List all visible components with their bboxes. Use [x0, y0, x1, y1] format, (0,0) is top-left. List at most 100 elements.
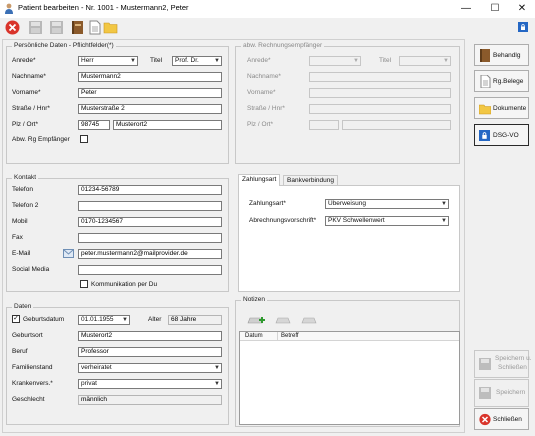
save-button[interactable]: Speichern [474, 379, 529, 407]
notes-table[interactable]: Datum Betreff [239, 331, 460, 425]
geburtsdatum-value: 01.01.1955 [81, 316, 114, 323]
maximize-button[interactable]: ☐ [481, 0, 509, 18]
beruf-label: Beruf [12, 348, 28, 355]
titel-value: Prof. Dr. [175, 57, 199, 64]
geburtsort-input[interactable]: Musterort2 [78, 331, 222, 341]
chevron-down-icon: ▼ [214, 58, 220, 64]
billing-ort-input[interactable] [342, 120, 451, 130]
minimize-button[interactable]: — [452, 0, 480, 18]
chevron-down-icon: ▼ [122, 317, 128, 323]
geburtsdatum-checkbox[interactable]: ✓ [12, 315, 20, 323]
alter-label: Alter [148, 316, 162, 323]
window-title: Patient bearbeiten - Nr. 1001 - Musterma… [18, 3, 189, 12]
contact-group: Kontakt Telefon 01234-56789 Telefon 2 Mo… [6, 174, 229, 292]
strasse-input[interactable]: Musterstraße 2 [78, 104, 222, 114]
telefon-input[interactable]: 01234-56789 [78, 185, 222, 195]
zahlungsart-label: Zahlungsart* [249, 200, 286, 207]
col-betreff[interactable]: Betreff [281, 333, 299, 339]
billing-vorname-input[interactable] [309, 88, 451, 98]
anrede-label: Anrede* [12, 57, 36, 64]
anrede-value: Herr [81, 57, 94, 64]
email-icon[interactable] [63, 249, 74, 258]
belege-button[interactable]: Rg.Belege [474, 70, 529, 92]
billing-anrede-label: Anrede* [247, 57, 271, 64]
delete-note-icon[interactable] [300, 315, 318, 325]
close-label: Schließen [493, 416, 522, 423]
zahlungsart-select[interactable]: Überweisung ▼ [325, 199, 449, 209]
fax-input[interactable] [78, 233, 222, 243]
toolbar [0, 18, 535, 39]
behandlung-button[interactable]: Behandlg [474, 44, 529, 66]
titel-select[interactable]: Prof. Dr. ▼ [172, 56, 222, 66]
notes-header: Datum Betreff [240, 332, 459, 341]
document-icon [480, 75, 491, 88]
telefon2-label: Telefon 2 [12, 202, 39, 209]
belege-label: Rg.Belege [493, 78, 524, 85]
geburtsort-label: Geburtsort [12, 332, 43, 339]
email-input[interactable]: peter.mustermann2@mailprovider.de [78, 249, 222, 259]
save-close-disabled-icon[interactable] [49, 20, 64, 35]
personal-data-group: Persönliche Daten - Pflichtfelder(*) Anr… [6, 42, 229, 164]
chevron-down-icon: ▼ [441, 218, 447, 224]
chevron-down-icon: ▼ [443, 58, 449, 64]
col-datum[interactable]: Datum [245, 333, 263, 339]
titel-label: Titel [150, 57, 163, 64]
nachname-input[interactable]: Mustermann2 [78, 72, 222, 82]
familienstand-label: Familienstand [12, 364, 53, 371]
personal-data-title: Persönliche Daten - Pflichtfelder(*) [12, 42, 116, 49]
tab-zahlungsart[interactable]: Zahlungsart [238, 174, 281, 186]
mobil-label: Mobil [12, 218, 28, 225]
edit-note-icon[interactable] [274, 315, 292, 325]
lock-icon [479, 130, 490, 141]
save-disabled-icon[interactable] [28, 20, 43, 35]
geburtsdatum-picker[interactable]: 01.01.1955 ▼ [78, 315, 130, 325]
du-label: Kommunikation per Du [91, 281, 158, 288]
patient-icon [5, 3, 13, 14]
krankenvers-label: Krankenvers.* [12, 380, 53, 387]
dsgvo-label: DSG-VO [493, 132, 519, 139]
plz-input[interactable]: 98745 [78, 120, 110, 130]
contact-title: Kontakt [12, 174, 39, 181]
mobil-input[interactable]: 0170-1234567 [78, 217, 222, 227]
ort-input[interactable]: Musterort2 [113, 120, 222, 130]
billing-titel-select[interactable]: ▼ [399, 56, 451, 66]
close-button[interactable]: Schließen [474, 408, 529, 430]
window-close-button[interactable]: ✕ [508, 0, 535, 18]
dsgvo-button[interactable]: DSG-VO [474, 124, 529, 146]
lock-icon[interactable] [518, 22, 528, 32]
telefon2-input[interactable] [78, 201, 222, 211]
daten-title: Daten [12, 303, 34, 310]
familienstand-select[interactable]: verheiratet ▼ [78, 363, 222, 373]
title-bar: Patient bearbeiten - Nr. 1001 - Musterma… [0, 0, 535, 18]
save-close-button[interactable]: Speichern u. Schließen [474, 350, 532, 378]
abw-checkbox[interactable] [80, 135, 88, 143]
social-input[interactable] [78, 265, 222, 275]
save-label: Speichern [496, 389, 526, 396]
vorname-input[interactable]: Peter [78, 88, 222, 98]
alter-field: 68 Jahre [168, 315, 222, 325]
dokumente-button[interactable]: Dokumente [474, 97, 529, 119]
billing-plz-input[interactable] [309, 120, 339, 130]
notes-title: Notizen [241, 296, 268, 303]
abrechnung-select[interactable]: PKV Schwellenwert ▼ [325, 216, 449, 226]
close-record-icon[interactable] [5, 20, 20, 35]
anrede-select[interactable]: Herr ▼ [78, 56, 138, 66]
add-note-icon[interactable] [246, 315, 266, 325]
plz-label: Plz / Ort* [12, 121, 39, 128]
fax-label: Fax [12, 234, 23, 241]
billing-anrede-select[interactable]: ▼ [309, 56, 361, 66]
billing-nachname-input[interactable] [309, 72, 451, 82]
close-icon [479, 413, 491, 426]
behandlung-label: Behandlg [493, 52, 521, 59]
chevron-down-icon: ▼ [214, 365, 220, 371]
du-checkbox[interactable] [80, 280, 88, 288]
zahlungsart-value: Überweisung [328, 200, 366, 207]
beruf-input[interactable]: Professor [78, 347, 222, 357]
folder-icon[interactable] [103, 20, 118, 35]
col-divider [277, 332, 278, 341]
billing-strasse-input[interactable] [309, 104, 451, 114]
document-icon[interactable] [87, 20, 102, 35]
krankenvers-select[interactable]: privat ▼ [78, 379, 222, 389]
krankenvers-value: privat [81, 380, 97, 387]
book-icon[interactable] [70, 20, 85, 35]
